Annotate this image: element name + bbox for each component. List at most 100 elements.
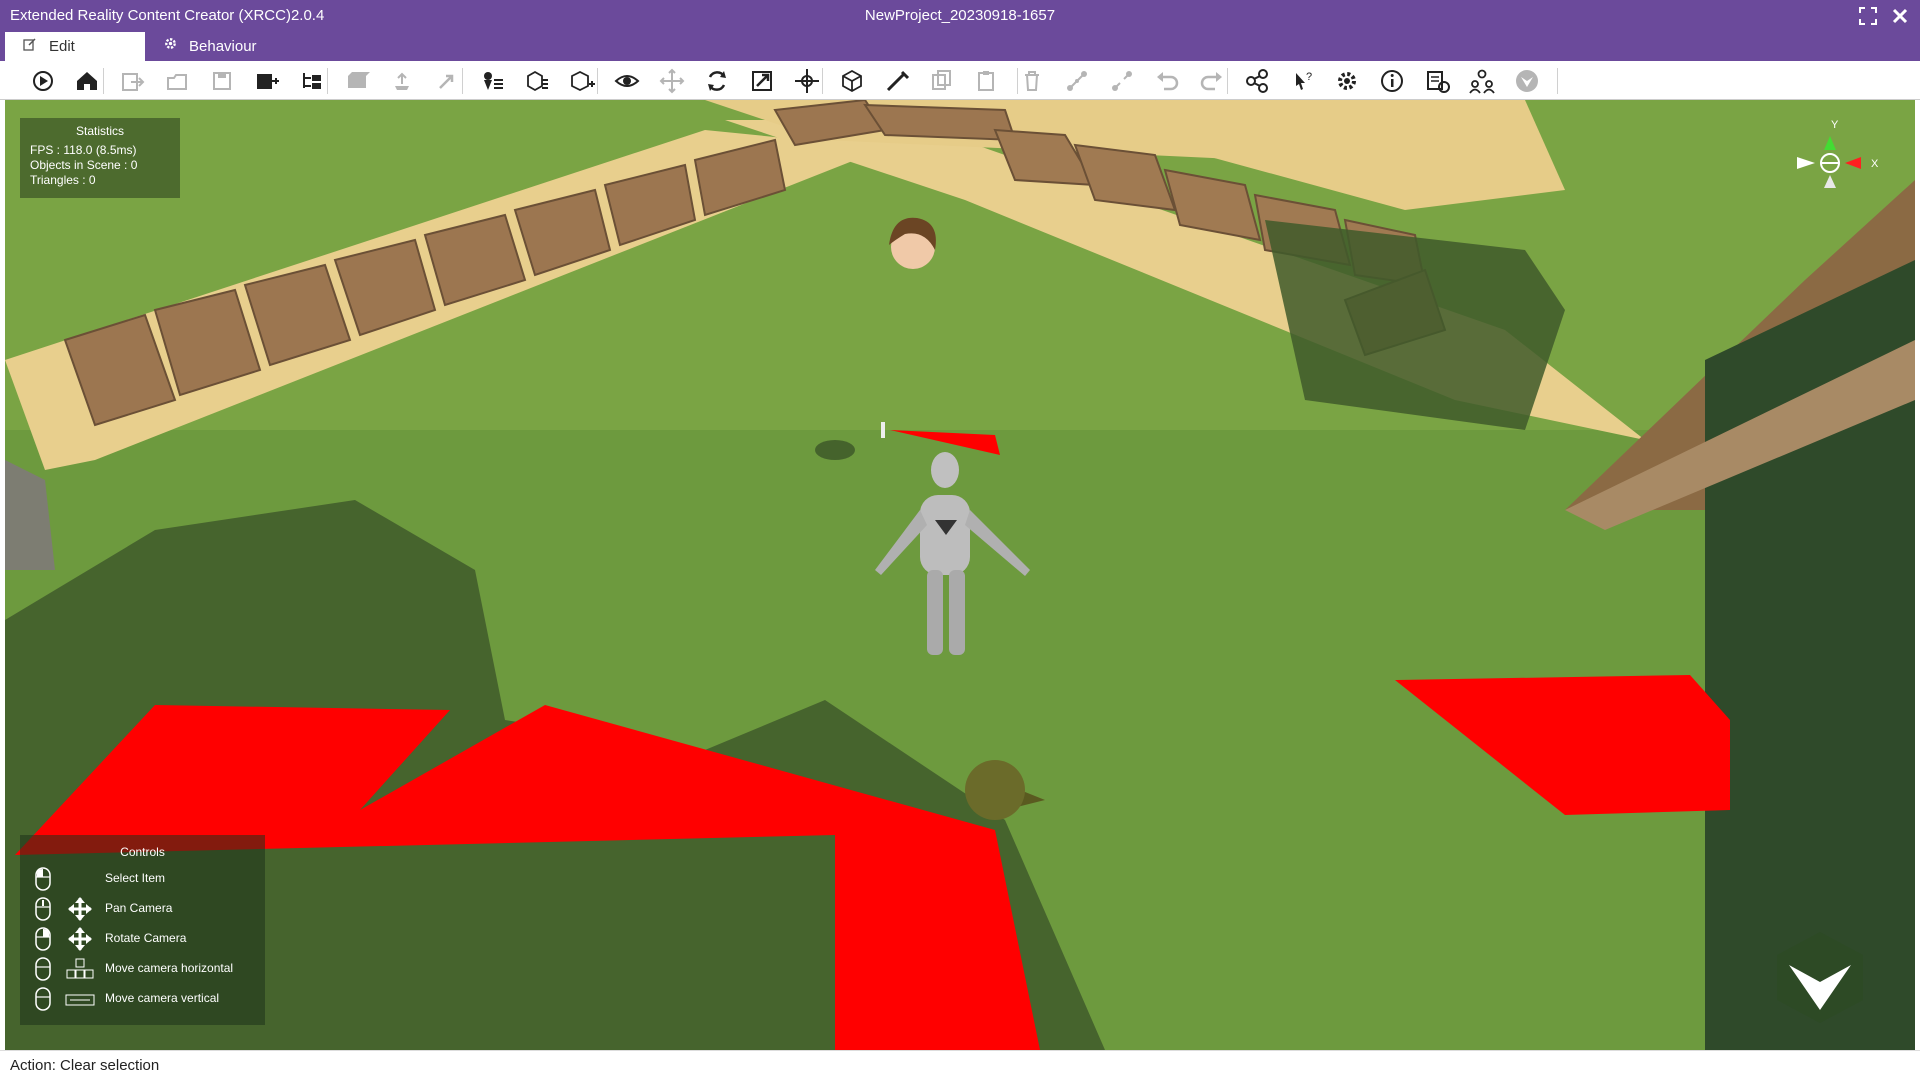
move-arrows-icon: [65, 897, 95, 921]
toolbar-separator: [1017, 68, 1018, 94]
open-tool-button[interactable]: [162, 66, 192, 96]
settings-icon: [1338, 72, 1356, 90]
toolbar: ?: [0, 61, 1920, 100]
mouse-icon: [34, 987, 52, 1011]
network-icon: [1246, 69, 1268, 93]
toolbar-separator: [597, 68, 598, 94]
move-tool-button[interactable]: [657, 66, 687, 96]
controls-title: Controls: [120, 845, 165, 859]
rotate-tool-button[interactable]: [702, 66, 732, 96]
users-tool-button[interactable]: [1467, 66, 1497, 96]
scene-list-tool-button[interactable]: [477, 66, 507, 96]
measure-tool-button[interactable]: [882, 66, 912, 96]
network-tool-button[interactable]: [1242, 66, 1272, 96]
paste-tool-button[interactable]: [972, 66, 1002, 96]
tab-behaviour[interactable]: Behaviour: [145, 32, 295, 61]
unlink-icon: [1112, 71, 1132, 91]
close-icon[interactable]: [1888, 4, 1912, 28]
help-cursor-tool-button[interactable]: ?: [1287, 66, 1317, 96]
gizmo-x-label: X: [1871, 158, 1879, 170]
unlink-tool-button[interactable]: [1107, 66, 1137, 96]
save-tool-button[interactable]: [207, 66, 237, 96]
mouse-icon: [34, 957, 52, 981]
statistics-title: Statistics: [75, 124, 124, 138]
help-cursor-icon: ?: [1296, 71, 1312, 90]
hierarchy-tool-button[interactable]: [297, 66, 327, 96]
xr-logo: [1775, 930, 1865, 1025]
statistics-panel: Statistics FPS : 118.0 (8.5ms) Objects i…: [20, 118, 180, 198]
scene-list-icon: [484, 72, 503, 90]
play-icon: [33, 71, 53, 91]
upload-tool-button[interactable]: [387, 66, 417, 96]
add-cube-tool-button[interactable]: [567, 66, 597, 96]
import-tool-button[interactable]: [117, 66, 147, 96]
users-icon: [1469, 69, 1495, 94]
report-tool-button[interactable]: [1422, 66, 1452, 96]
spacebar-icon: [65, 987, 95, 1011]
info-tool-button[interactable]: [1377, 66, 1407, 96]
undo-tool-button[interactable]: [1152, 66, 1182, 96]
link-icon: [1067, 71, 1087, 91]
copy-icon: [932, 70, 951, 90]
controls-panel: Controls Select Item Pan Camera Rotate Cam…: [20, 835, 265, 1025]
tab-edit-label: Edit: [49, 38, 75, 55]
save-as-icon: [257, 74, 279, 89]
settings-tool-button[interactable]: [1332, 66, 1362, 96]
scale-tool-button[interactable]: [747, 66, 777, 96]
maximize-icon[interactable]: [1856, 4, 1880, 28]
import-icon: [122, 73, 145, 91]
play-tool-button[interactable]: [28, 66, 58, 96]
controls-row: Move camera horizontal: [20, 955, 265, 983]
status-text: Action: Clear selection: [10, 1057, 160, 1074]
pivot-tool-button[interactable]: [792, 66, 822, 96]
bounding-box-tool-button[interactable]: [837, 66, 867, 96]
triangles-readout: Triangles : 0: [30, 173, 96, 187]
objects-icon: [348, 72, 370, 88]
save-icon: [213, 72, 231, 90]
upload-icon: [395, 72, 409, 90]
middle-click-icon: [34, 897, 52, 921]
gizmo-y-label: Y: [1831, 119, 1839, 131]
toolbar-separator: [462, 68, 463, 94]
pivot-icon: [795, 69, 819, 93]
xr-logo-tool-button[interactable]: [1512, 66, 1542, 96]
delete-tool-button[interactable]: [1017, 66, 1047, 96]
share-tool-button[interactable]: [432, 66, 462, 96]
controls-row-label: Move camera vertical: [105, 991, 220, 1005]
cube-list-icon: [527, 70, 548, 92]
right-click-icon: [34, 927, 52, 951]
paste-icon: [978, 71, 994, 91]
controls-row-label: Move camera horizontal: [105, 961, 234, 975]
scene-render[interactable]: [5, 100, 1915, 1050]
xr-logo-icon: [1516, 70, 1538, 92]
toolbar-separator: [1227, 68, 1228, 94]
controls-row-label: Rotate Camera: [105, 931, 187, 945]
report-icon: [1427, 71, 1450, 93]
scene-viewport[interactable]: Statistics FPS : 118.0 (8.5ms) Objects i…: [5, 100, 1915, 1050]
project-title: NewProject_20230918-1657: [864, 7, 1056, 24]
redo-tool-button[interactable]: [1197, 66, 1227, 96]
home-tool-button[interactable]: [72, 66, 102, 96]
move-icon: [659, 68, 685, 94]
undo-icon: [1157, 72, 1179, 91]
controls-row-label: Pan Camera: [105, 901, 173, 915]
svg-text:?: ?: [1306, 71, 1312, 83]
save-as-tool-button[interactable]: [252, 66, 282, 96]
delete-icon: [1025, 71, 1039, 91]
tab-bar: Edit Behaviour: [0, 32, 1920, 61]
view-tool-button[interactable]: [612, 66, 642, 96]
home-icon: [77, 72, 97, 90]
objects-tool-button[interactable]: [342, 66, 372, 96]
link-tool-button[interactable]: [1062, 66, 1092, 96]
bounding-box-icon: [842, 69, 862, 93]
copy-tool-button[interactable]: [927, 66, 957, 96]
tab-edit[interactable]: Edit: [5, 32, 145, 61]
measure-icon: [886, 70, 910, 92]
hierarchy-icon: [303, 73, 321, 89]
cube-list-tool-button[interactable]: [522, 66, 552, 96]
toolbar-separator: [103, 68, 104, 94]
toolbar-separator: [822, 68, 823, 94]
add-cube-icon: [571, 70, 595, 92]
axis-gizmo[interactable]: Y X: [1775, 118, 1885, 208]
scale-icon: [752, 71, 772, 91]
